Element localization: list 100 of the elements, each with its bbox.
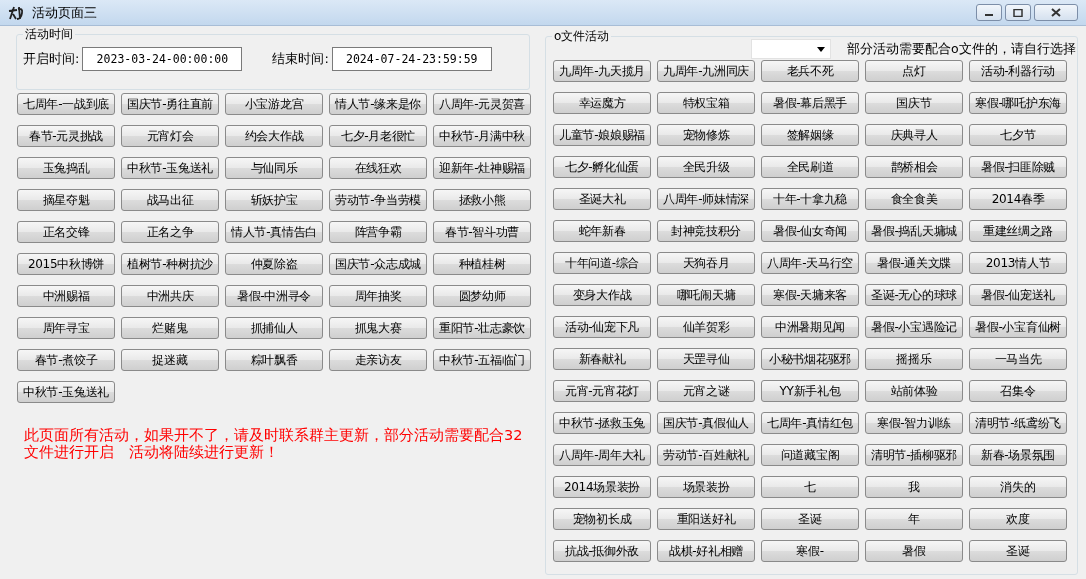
activity-button[interactable]: 食全食美 xyxy=(865,188,963,210)
activity-button[interactable]: 重阳送好礼 xyxy=(657,508,755,530)
activity-button[interactable]: 儿童节-娘娘赐福 xyxy=(553,124,651,146)
activity-button[interactable]: 寒假- xyxy=(761,540,859,562)
activity-button[interactable]: 宠物修炼 xyxy=(657,124,755,146)
activity-button[interactable]: 摘星夺魁 xyxy=(17,189,115,211)
activity-button[interactable]: 斩妖护宝 xyxy=(225,189,323,211)
activity-button[interactable]: 战棋-好礼相赠 xyxy=(657,540,755,562)
activity-button[interactable]: 十年问道-综合 xyxy=(553,252,651,274)
activity-button[interactable]: 我 xyxy=(865,476,963,498)
activity-button[interactable]: 圣诞大礼 xyxy=(553,188,651,210)
activity-button[interactable]: 烂赌鬼 xyxy=(121,317,219,339)
activity-button[interactable]: 天罡寻仙 xyxy=(657,348,755,370)
activity-button[interactable]: 中秋节-玉兔送礼 xyxy=(121,157,219,179)
activity-button[interactable]: 中洲暑期见闻 xyxy=(761,316,859,338)
activity-button[interactable]: 庆典寻人 xyxy=(865,124,963,146)
activity-button[interactable]: 捉迷藏 xyxy=(121,349,219,371)
activity-button[interactable]: 欢度 xyxy=(969,508,1067,530)
activity-button[interactable]: 在线狂欢 xyxy=(329,157,427,179)
activity-button[interactable]: 召集令 xyxy=(969,380,1067,402)
activity-button[interactable]: 暑假-中洲寻令 xyxy=(225,285,323,307)
activity-button[interactable]: 周年寻宝 xyxy=(17,317,115,339)
activity-button[interactable]: 中秋节-五福临门 xyxy=(433,349,531,371)
activity-button[interactable]: 清明节-纸鸢纷飞 xyxy=(969,412,1067,434)
activity-button[interactable]: 问道藏宝阁 xyxy=(761,444,859,466)
activity-button[interactable]: 暑假-捣乱天墉城 xyxy=(865,220,963,242)
minimize-button[interactable] xyxy=(976,4,1002,21)
activity-button[interactable]: 九周年-九天揽月 xyxy=(553,60,651,82)
activity-button[interactable]: 约会大作战 xyxy=(225,125,323,147)
activity-button[interactable]: 拯救小熊 xyxy=(433,189,531,211)
activity-button[interactable]: 老兵不死 xyxy=(761,60,859,82)
activity-button[interactable]: 天狗吞月 xyxy=(657,252,755,274)
activity-button[interactable]: 圣诞 xyxy=(969,540,1067,562)
activity-button[interactable]: 走亲访友 xyxy=(329,349,427,371)
activity-button[interactable]: 七周年-一战到底 xyxy=(17,93,115,115)
activity-button[interactable]: 幸运魔方 xyxy=(553,92,651,114)
activity-button[interactable]: 暑假-通关文牒 xyxy=(865,252,963,274)
activity-button[interactable]: 种植桂树 xyxy=(433,253,531,275)
close-button[interactable] xyxy=(1034,4,1078,21)
activity-button[interactable]: 正名交锋 xyxy=(17,221,115,243)
activity-button[interactable]: 蛇年新春 xyxy=(553,220,651,242)
activity-button[interactable]: 国庆节 xyxy=(865,92,963,114)
activity-button[interactable]: 暑假-小宝育仙树 xyxy=(969,316,1067,338)
end-time-field[interactable]: 2024-07-24-23:59:59 xyxy=(331,47,492,71)
activity-button[interactable]: 圆梦幼师 xyxy=(433,285,531,307)
activity-button[interactable]: 情人节-真情告白 xyxy=(225,221,323,243)
activity-button[interactable]: 变身大作战 xyxy=(553,284,651,306)
activity-button[interactable]: 全民升级 xyxy=(657,156,755,178)
activity-button[interactable]: 八周年-周年大礼 xyxy=(553,444,651,466)
activity-button[interactable]: 八周年-天马行空 xyxy=(761,252,859,274)
activity-button[interactable]: 九周年-九洲同庆 xyxy=(657,60,755,82)
activity-button[interactable]: 点灯 xyxy=(865,60,963,82)
activity-button[interactable]: 哪吒闹天墉 xyxy=(657,284,755,306)
start-time-field[interactable]: 2023-03-24-00:00:00 xyxy=(82,47,243,71)
activity-button[interactable]: 国庆节-真假仙人 xyxy=(657,412,755,434)
activity-button[interactable]: 全民刷道 xyxy=(761,156,859,178)
activity-button[interactable]: 暑假-幕后黑手 xyxy=(761,92,859,114)
activity-button[interactable]: 活动-仙宠下凡 xyxy=(553,316,651,338)
activity-button[interactable]: 仙羊贺彩 xyxy=(657,316,755,338)
activity-button[interactable]: 抗战-抵御外敌 xyxy=(553,540,651,562)
activity-button[interactable]: 七夕-孵化仙蛋 xyxy=(553,156,651,178)
activity-button[interactable]: 中秋节-月满中秋 xyxy=(433,125,531,147)
activity-button[interactable]: 战马出征 xyxy=(121,189,219,211)
activity-button[interactable]: 圣诞 xyxy=(761,508,859,530)
activity-button[interactable]: 暑假-仙女奇闻 xyxy=(761,220,859,242)
activity-button[interactable]: 年 xyxy=(865,508,963,530)
activity-button[interactable]: 暑假-小宝遇险记 xyxy=(865,316,963,338)
activity-button[interactable]: 重建丝绸之路 xyxy=(969,220,1067,242)
activity-button[interactable]: 2013情人节 xyxy=(969,252,1067,274)
activity-button[interactable]: 2015中秋博饼 xyxy=(17,253,115,275)
activity-button[interactable]: 粽叶飘香 xyxy=(225,349,323,371)
activity-button[interactable]: 玉兔捣乱 xyxy=(17,157,115,179)
activity-button[interactable]: 中洲赐福 xyxy=(17,285,115,307)
activity-button[interactable]: 劳动节-争当劳模 xyxy=(329,189,427,211)
activity-button[interactable]: 抓捕仙人 xyxy=(225,317,323,339)
activity-button[interactable]: 暑假-扫匪除贼 xyxy=(969,156,1067,178)
activity-button[interactable]: 中秋节-玉兔送礼 xyxy=(17,381,115,403)
activity-button[interactable]: 春节-煮饺子 xyxy=(17,349,115,371)
activity-button[interactable]: 摇摇乐 xyxy=(865,348,963,370)
activity-button[interactable]: 圣诞-无心的球球 xyxy=(865,284,963,306)
activity-button[interactable]: 消失的 xyxy=(969,476,1067,498)
activity-button[interactable]: 新春-场景氛围 xyxy=(969,444,1067,466)
activity-button[interactable]: 元宵之谜 xyxy=(657,380,755,402)
activity-button[interactable]: 场景装扮 xyxy=(657,476,755,498)
activity-button[interactable]: 阵营争霸 xyxy=(329,221,427,243)
activity-button[interactable]: 签解姻缘 xyxy=(761,124,859,146)
activity-button[interactable]: 七夕节 xyxy=(969,124,1067,146)
activity-button[interactable]: 植树节-种树抗沙 xyxy=(121,253,219,275)
activity-button[interactable]: 宠物初长成 xyxy=(553,508,651,530)
activity-button[interactable]: 中秋节-拯救玉兔 xyxy=(553,412,651,434)
activity-button[interactable]: 寒假-哪吒护东海 xyxy=(969,92,1067,114)
activity-button[interactable]: 小宝游龙宫 xyxy=(225,93,323,115)
activity-button[interactable]: 寒假-天墉来客 xyxy=(761,284,859,306)
activity-button[interactable]: 七夕-月老很忙 xyxy=(329,125,427,147)
activity-button[interactable]: 中洲共庆 xyxy=(121,285,219,307)
activity-button[interactable]: 周年抽奖 xyxy=(329,285,427,307)
activity-button[interactable]: 仲夏除盗 xyxy=(225,253,323,275)
activity-button[interactable]: 鹊桥相会 xyxy=(865,156,963,178)
activity-button[interactable]: 春节-元灵挑战 xyxy=(17,125,115,147)
activity-button[interactable]: 元宵灯会 xyxy=(121,125,219,147)
